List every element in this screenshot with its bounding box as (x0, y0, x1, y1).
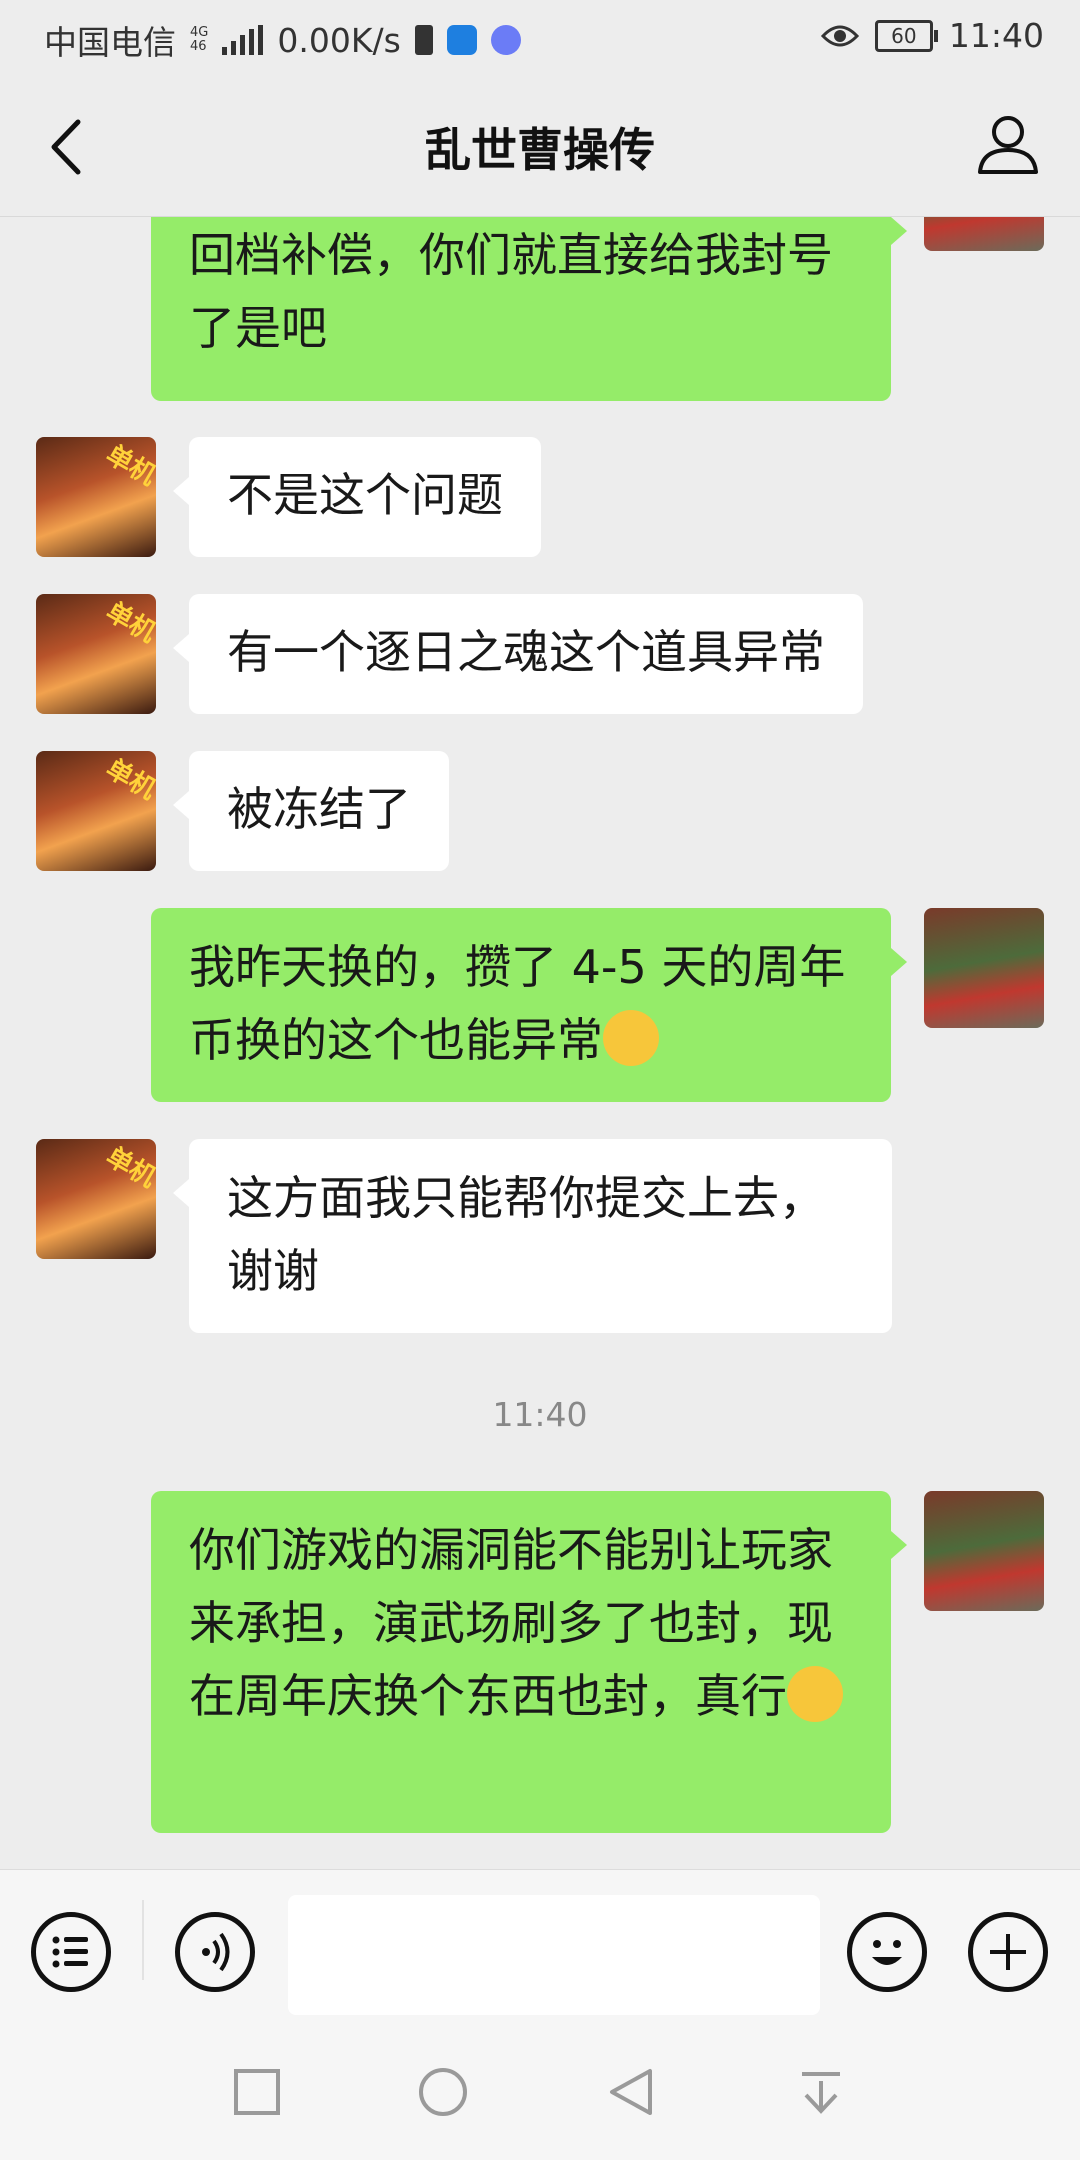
signal-icon (222, 25, 264, 55)
contact-avatar[interactable] (36, 751, 156, 871)
status-bar: 中国电信 4G 46 0.00K/s 60 11:40 (0, 0, 1080, 76)
message-bubble-sent[interactable]: 你们游戏的漏洞能不能别让玩家来承担，演武场刷多了也封，现在周年庆换个东西也封，真… (151, 1491, 907, 1833)
message-timestamp: 11:40 (492, 1395, 588, 1434)
message-list[interactable]: 回档补偿，你们就直接给我封号了是吧 不是这个问题 有一个逐日之魂这个道具异常 被… (0, 217, 1080, 1869)
message-bubble-received[interactable]: 有一个逐日之魂这个道具异常 (173, 594, 863, 714)
input-toolbar (0, 1869, 1080, 2020)
music-app-icon (490, 25, 521, 55)
my-avatar[interactable] (924, 1491, 1044, 1611)
status-time: 11:40 (948, 16, 1044, 55)
plus-icon[interactable] (968, 1912, 1048, 1992)
message-bubble-received[interactable]: 这方面我只能帮你提交上去，谢谢 (173, 1139, 892, 1333)
smiley-icon[interactable] (847, 1912, 927, 1992)
notification-pull-icon[interactable] (796, 2067, 846, 2117)
hush-emoji-icon (787, 1666, 843, 1722)
back-triangle-icon[interactable] (606, 2067, 656, 2117)
my-avatar[interactable] (924, 217, 1044, 251)
shield-app-icon (446, 25, 477, 55)
message-bubble-received[interactable]: 被冻结了 (173, 751, 449, 871)
toolbar-divider (142, 1900, 144, 1980)
message-bubble-received[interactable]: 不是这个问题 (173, 437, 541, 557)
voice-icon[interactable] (175, 1912, 255, 1992)
battery-indicator: 60 (874, 19, 938, 52)
network-speed: 0.00K/s (277, 20, 401, 60)
my-avatar[interactable] (924, 908, 1044, 1028)
carrier-label: 中国电信 (44, 23, 176, 62)
status-right: 60 11:40 (820, 16, 1044, 55)
contact-avatar[interactable] (36, 437, 156, 557)
eye-icon (820, 25, 859, 46)
message-input[interactable] (288, 1895, 820, 2015)
page-title: 乱世曹操传 (425, 123, 655, 177)
contact-avatar[interactable] (36, 1139, 156, 1259)
sim-icon (414, 25, 433, 55)
home-icon[interactable] (418, 2067, 468, 2117)
network-generation: 4G 46 (190, 25, 209, 54)
message-bubble-sent[interactable]: 回档补偿，你们就直接给我封号了是吧 (151, 217, 907, 401)
shocked-emoji-icon (603, 1010, 659, 1066)
message-bubble-sent[interactable]: 我昨天换的，攒了 4-5 天的周年币换的这个也能异常 (151, 908, 907, 1102)
status-left: 中国电信 4G 46 0.00K/s (44, 16, 521, 64)
chat-header: 乱世曹操传 (0, 76, 1080, 217)
list-menu-icon[interactable] (31, 1912, 111, 1992)
contact-avatar[interactable] (36, 594, 156, 714)
person-icon[interactable] (976, 112, 1040, 176)
recent-apps-icon[interactable] (232, 2067, 282, 2117)
system-nav-bar (0, 2019, 1080, 2160)
